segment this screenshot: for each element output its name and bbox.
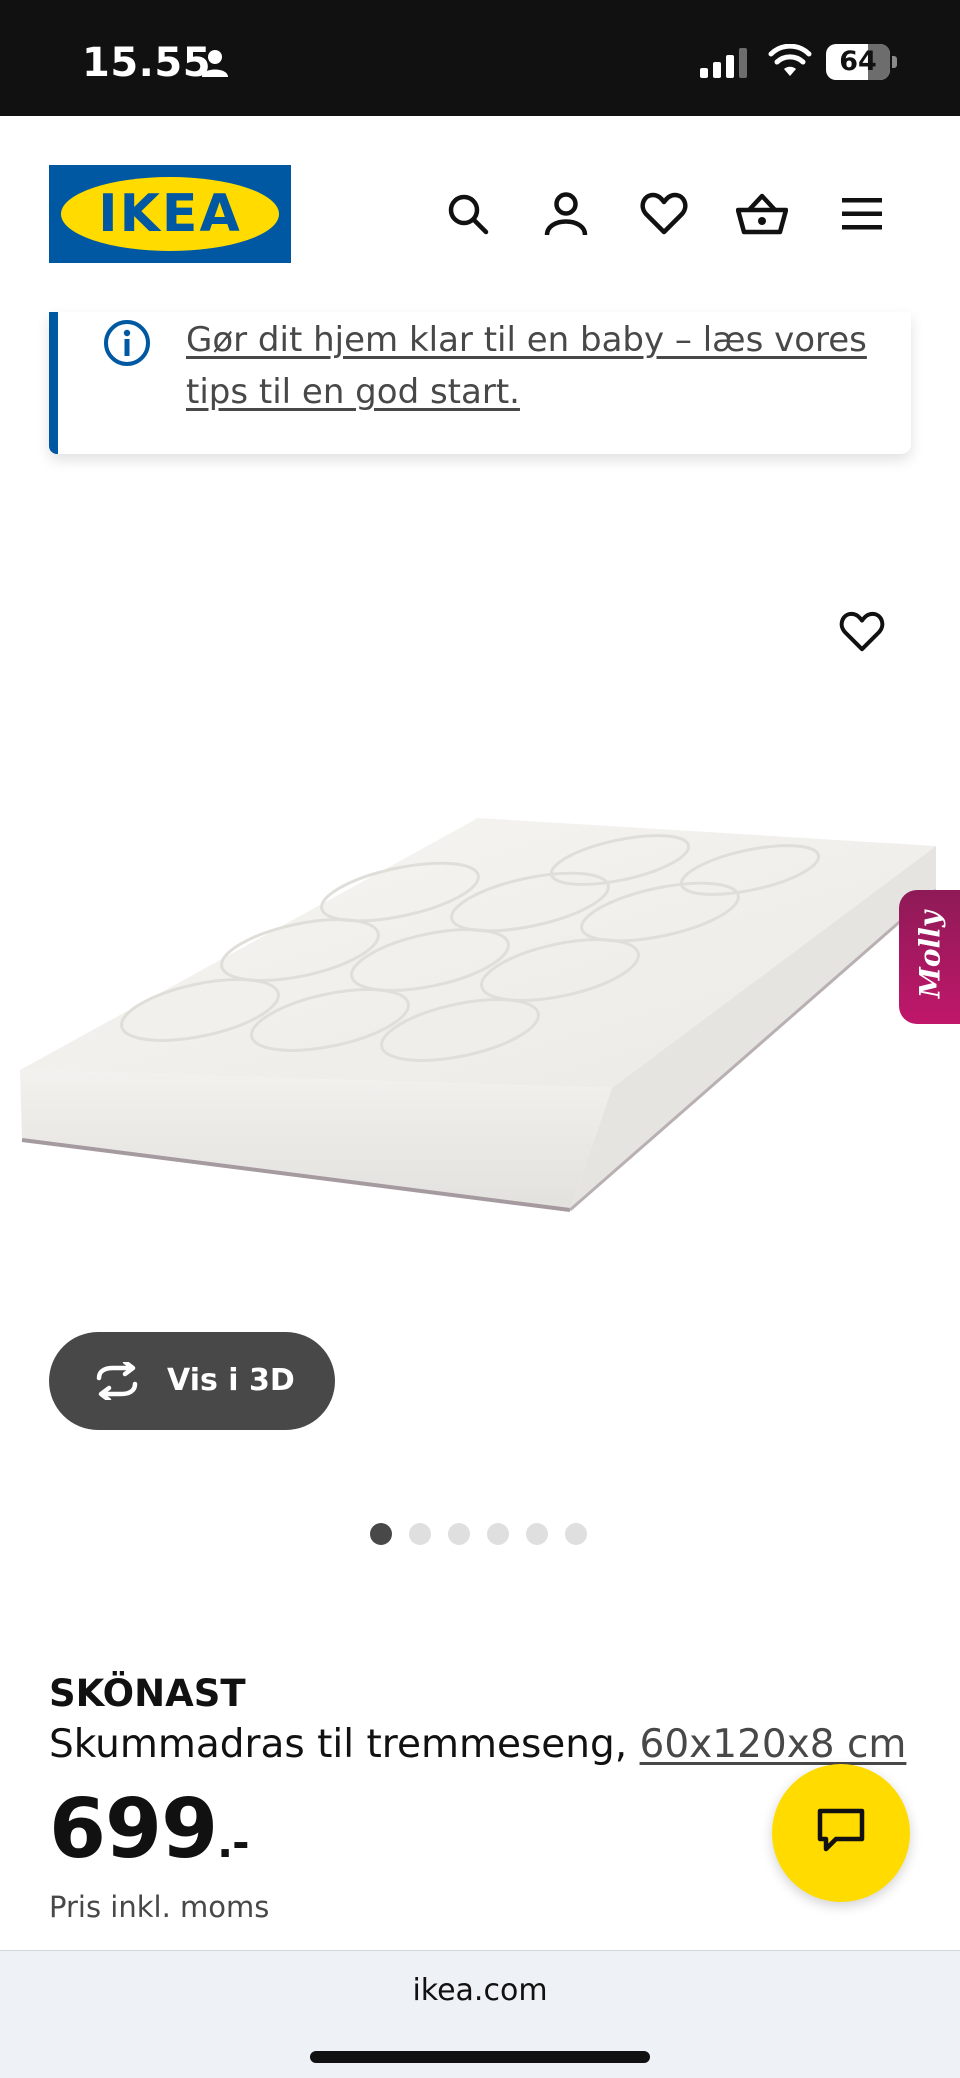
product-size-link[interactable]: 60x120x8 cm <box>640 1722 907 1767</box>
carousel-dot[interactable] <box>370 1523 392 1545</box>
view-in-3d-label: Vis i 3D <box>167 1363 295 1398</box>
carousel-dot[interactable] <box>526 1523 548 1545</box>
person-icon <box>200 48 230 82</box>
status-bar: 15.55 64 <box>0 0 960 116</box>
add-to-favourites-icon[interactable] <box>834 604 890 660</box>
ikea-logo[interactable]: IKEA <box>49 165 291 263</box>
carousel-dot[interactable] <box>487 1523 509 1545</box>
signal-icon <box>700 48 750 82</box>
info-banner: Gør dit hjem klar til en baby – læs vore… <box>49 312 911 454</box>
view-in-3d-button[interactable]: Vis i 3D <box>49 1332 335 1430</box>
carousel-dot[interactable] <box>409 1523 431 1545</box>
chat-button[interactable] <box>772 1764 910 1902</box>
molly-assistant-tab[interactable]: Molly <box>899 890 960 1024</box>
site-header: IKEA <box>0 116 960 312</box>
battery-icon: 64 <box>826 44 897 80</box>
account-icon[interactable] <box>540 188 592 240</box>
price-note: Pris inkl. moms <box>49 1890 270 1924</box>
product-description: Skummadras til tremmeseng, 60x120x8 cm <box>49 1722 906 1767</box>
info-icon <box>102 318 152 372</box>
logo-text: IKEA <box>98 184 242 244</box>
search-icon[interactable] <box>442 188 494 240</box>
baby-tips-link[interactable]: Gør dit hjem klar til en baby – læs vore… <box>186 314 906 418</box>
molly-label: Molly <box>913 910 947 999</box>
product-image-mattress[interactable] <box>0 780 960 1240</box>
product-description-text: Skummadras til tremmeseng, <box>49 1722 628 1767</box>
price-value: 699 <box>49 1782 218 1877</box>
chat-icon <box>816 1807 866 1859</box>
browser-address-bar: ikea.com <box>0 1950 960 2078</box>
carousel-dot[interactable] <box>565 1523 587 1545</box>
price-suffix: .- <box>217 1818 249 1867</box>
wifi-icon <box>768 43 812 82</box>
url-text[interactable]: ikea.com <box>0 1973 960 2008</box>
home-indicator <box>310 2051 650 2063</box>
menu-icon[interactable] <box>836 188 888 240</box>
rotate-3d-icon <box>91 1359 143 1404</box>
product-price: 699.- <box>49 1782 250 1877</box>
product-name: SKÖNAST <box>49 1672 246 1715</box>
basket-icon[interactable] <box>736 188 788 240</box>
image-carousel-dots <box>370 1523 587 1545</box>
battery-level: 64 <box>839 46 877 77</box>
status-time: 15.55 <box>82 40 212 86</box>
carousel-dot[interactable] <box>448 1523 470 1545</box>
favourites-heart-icon[interactable] <box>638 188 690 240</box>
